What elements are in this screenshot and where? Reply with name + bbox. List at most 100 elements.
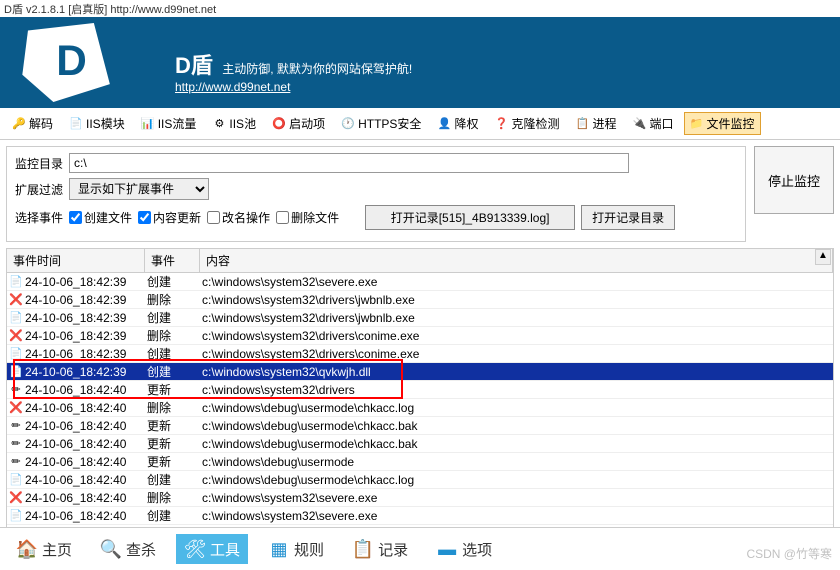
cb-content[interactable]: 内容更新 xyxy=(138,209,201,226)
row-time: 24-10-06_18:42:40 xyxy=(25,419,126,433)
cb-create[interactable]: 创建文件 xyxy=(69,209,132,226)
tool-label: HTTPS安全 xyxy=(358,115,421,132)
row-content: c:\windows\debug\usermode xyxy=(200,454,833,470)
tool-icon: 🔑 xyxy=(12,117,26,131)
watermark: CSDN @竹等寒 xyxy=(746,545,832,562)
table-row[interactable]: 📄24-10-06_18:42:39创建c:\windows\system32\… xyxy=(7,363,833,381)
nav-记录[interactable]: 📋记录 xyxy=(344,534,416,564)
nav-工具[interactable]: 🛠工具 xyxy=(176,534,248,564)
nav-主页[interactable]: 🏠主页 xyxy=(8,534,80,564)
tool-label: 降权 xyxy=(454,115,478,132)
tool-IIS池[interactable]: ⚙IIS池 xyxy=(206,112,262,135)
col-event[interactable]: 事件 xyxy=(145,249,200,272)
row-content: c:\windows\system32\drivers\conime.exe xyxy=(200,346,833,362)
tool-降权[interactable]: 👤降权 xyxy=(431,112,484,135)
row-time: 24-10-06_18:42:39 xyxy=(25,347,126,361)
row-event: 删除 xyxy=(145,398,200,417)
tool-启动项[interactable]: ⭕启动项 xyxy=(266,112,331,135)
table-row[interactable]: ❌24-10-06_18:42:39删除c:\windows\system32\… xyxy=(7,327,833,345)
row-icon: ❌ xyxy=(9,491,23,505)
nav-查杀[interactable]: 🔍查杀 xyxy=(92,534,164,564)
row-event: 更新 xyxy=(145,434,200,453)
nav-icon: ▬ xyxy=(436,538,458,560)
table-row[interactable]: 📄24-10-06_18:42:39创建c:\windows\system32\… xyxy=(7,345,833,363)
row-time: 24-10-06_18:42:40 xyxy=(25,455,126,469)
row-event: 创建 xyxy=(145,273,200,291)
row-content: c:\windows\debug\usermode\chkacc.bak xyxy=(200,418,833,434)
scroll-up-icon[interactable]: ▲ xyxy=(815,249,831,265)
tool-HTTPS安全[interactable]: 🕐HTTPS安全 xyxy=(335,112,427,135)
nav-icon: 📋 xyxy=(352,538,374,560)
row-content: c:\windows\system32\drivers\jwbnlb.exe xyxy=(200,292,833,308)
tool-label: IIS流量 xyxy=(158,115,197,132)
main-toolbar: 🔑解码📄IIS模块📊IIS流量⚙IIS池⭕启动项🕐HTTPS安全👤降权❓克隆检测… xyxy=(0,108,840,140)
monitor-dir-label: 监控目录 xyxy=(15,155,63,172)
table-row[interactable]: 📄24-10-06_18:42:40创建c:\windows\debug\use… xyxy=(7,471,833,489)
row-icon: ✏ xyxy=(9,455,23,469)
ext-filter-select[interactable]: 显示如下扩展事件 xyxy=(69,178,209,200)
row-content: c:\windows\debug\usermode\chkacc.log xyxy=(200,472,833,488)
row-time: 24-10-06_18:42:40 xyxy=(25,473,126,487)
tool-端口[interactable]: 🔌端口 xyxy=(626,112,679,135)
bottom-nav: 🏠主页 🔍查杀 🛠工具 ▦规则 📋记录 ▬选项 CSDN @竹等寒 xyxy=(0,527,840,570)
col-content[interactable]: 内容 xyxy=(200,249,833,272)
tool-icon: 🕐 xyxy=(341,117,355,131)
row-content: c:\windows\system32\drivers xyxy=(200,382,833,398)
row-icon: ✏ xyxy=(9,437,23,451)
table-row[interactable]: ✏24-10-06_18:42:40 更新c:\windows\debug\use… xyxy=(7,453,833,471)
tool-icon: ⭕ xyxy=(272,117,286,131)
col-time[interactable]: 事件时间 xyxy=(7,249,145,272)
nav-icon: ▦ xyxy=(268,538,290,560)
row-event: 创建 xyxy=(145,362,200,381)
table-body[interactable]: 📄24-10-06_18:42:39创建c:\windows\system32\… xyxy=(7,273,833,548)
row-content: c:\windows\system32\drivers\jwbnlb.exe xyxy=(200,310,833,326)
tool-IIS模块[interactable]: 📄IIS模块 xyxy=(63,112,131,135)
nav-label: 规则 xyxy=(294,539,324,560)
tool-label: 文件监控 xyxy=(707,115,755,132)
tool-icon: ⚙ xyxy=(212,117,226,131)
table-row[interactable]: ✏24-10-06_18:42:40更新c:\windows\debug\use… xyxy=(7,435,833,453)
table-row[interactable]: ❌24-10-06_18:42:40删除c:\windows\system32\… xyxy=(7,489,833,507)
tool-文件监控[interactable]: 📁文件监控 xyxy=(684,112,761,135)
tool-label: 克隆检测 xyxy=(511,115,559,132)
table-row[interactable]: 📄24-10-06_18:42:40创建c:\windows\system32\… xyxy=(7,507,833,525)
open-log-button[interactable]: 打开记录[515]_4B913339.log] xyxy=(365,205,575,230)
tool-IIS流量[interactable]: 📊IIS流量 xyxy=(135,112,203,135)
tool-label: 解码 xyxy=(29,115,53,132)
monitor-dir-input[interactable] xyxy=(69,153,629,173)
row-content: c:\windows\system32\severe.exe xyxy=(200,508,833,524)
app-logo: D xyxy=(20,23,115,103)
open-log-dir-button[interactable]: 打开记录目录 xyxy=(581,205,675,230)
row-icon: 📄 xyxy=(9,509,23,523)
cb-delete[interactable]: 删除文件 xyxy=(276,209,339,226)
event-table: ▲ 事件时间 事件 内容 📄24-10-06_18:42:39创建c:\wind… xyxy=(6,248,834,548)
row-event: 更新 xyxy=(145,452,200,471)
tool-进程[interactable]: 📋进程 xyxy=(569,112,622,135)
nav-label: 主页 xyxy=(42,539,72,560)
row-icon: 📄 xyxy=(9,311,23,325)
tool-克隆检测[interactable]: ❓克隆检测 xyxy=(488,112,565,135)
tool-解码[interactable]: 🔑解码 xyxy=(6,112,59,135)
nav-label: 记录 xyxy=(378,539,408,560)
table-row[interactable]: ❌24-10-06_18:42:40删除c:\windows\debug\use… xyxy=(7,399,833,417)
row-event: 创建 xyxy=(145,470,200,489)
row-time: 24-10-06_18:42:40 xyxy=(25,383,126,397)
stop-monitor-button[interactable]: 停止监控 xyxy=(754,146,834,214)
nav-规则[interactable]: ▦规则 xyxy=(260,534,332,564)
row-time: 24-10-06_18:42:39 xyxy=(25,365,126,379)
table-row[interactable]: ✏24-10-06_18:42:40更新c:\windows\debug\use… xyxy=(7,417,833,435)
row-icon: ❌ xyxy=(9,329,23,343)
tool-icon: 🔌 xyxy=(632,117,646,131)
cb-rename[interactable]: 改名操作 xyxy=(207,209,270,226)
table-row[interactable]: 📄24-10-06_18:42:39创建c:\windows\system32\… xyxy=(7,309,833,327)
table-header: 事件时间 事件 内容 xyxy=(7,249,833,273)
row-content: c:\windows\system32\qvkwjh.dll xyxy=(200,364,833,380)
nav-label: 工具 xyxy=(210,539,240,560)
table-row[interactable]: ✏24-10-06_18:42:40更新c:\windows\system32\… xyxy=(7,381,833,399)
table-row[interactable]: 📄24-10-06_18:42:39创建c:\windows\system32\… xyxy=(7,273,833,291)
table-row[interactable]: ❌24-10-06_18:42:39删除c:\windows\system32\… xyxy=(7,291,833,309)
tool-icon: ❓ xyxy=(494,117,508,131)
nav-选项[interactable]: ▬选项 xyxy=(428,534,500,564)
app-url[interactable]: http://www.d99net.net xyxy=(175,80,290,94)
row-event: 更新 xyxy=(145,416,200,435)
